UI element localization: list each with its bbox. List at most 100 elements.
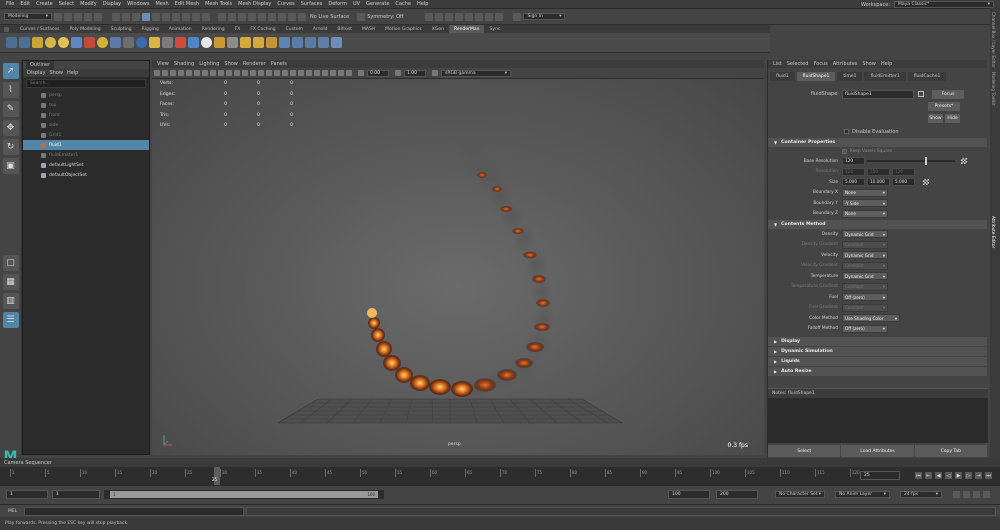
field-chart-icon[interactable]: [218, 70, 224, 76]
camera-attributes-icon[interactable]: [162, 70, 168, 76]
rman-material-icon[interactable]: [84, 37, 95, 48]
redo-icon[interactable]: [94, 12, 102, 21]
viewport-menu-show[interactable]: Show: [224, 61, 238, 67]
menu-cache[interactable]: Cache: [395, 1, 411, 7]
temperature-gradient-dropdown[interactable]: Constant ▾: [842, 282, 888, 291]
rman-star-icon[interactable]: [97, 37, 108, 48]
boundary-x-dropdown[interactable]: None ▾: [842, 188, 888, 197]
rman-filter-icon[interactable]: [123, 37, 134, 48]
select-camera-icon[interactable]: [154, 70, 160, 76]
rman-bulb-icon[interactable]: [214, 37, 225, 48]
multisample-aa-icon[interactable]: [306, 70, 312, 76]
menu-file[interactable]: File: [6, 1, 14, 7]
pick-mask-icon[interactable]: [162, 12, 170, 21]
outliner-item[interactable]: defaultObjectSet: [23, 170, 149, 180]
bookmark-icon[interactable]: [170, 70, 176, 76]
pause-viewport-icon[interactable]: [495, 12, 504, 21]
step-forward-key-icon[interactable]: ⇥: [975, 472, 982, 479]
time-slider[interactable]: 1 5 10 15 20 25 30 35 40 45 50 55 60 65 70 75 80 85 90 95 10…: [0, 467, 1000, 485]
wireframe-on-shaded-icon[interactable]: [258, 70, 264, 76]
safe-title-icon[interactable]: [234, 70, 240, 76]
select-hierarchy-icon[interactable]: [112, 12, 120, 21]
ae-menu-attributes[interactable]: Attributes: [833, 61, 858, 67]
viewport-menu-view[interactable]: View: [157, 61, 169, 67]
rman-camera-icon[interactable]: [162, 37, 173, 48]
playback-end-field[interactable]: 100: [668, 490, 710, 499]
select-button[interactable]: Select: [768, 445, 841, 457]
resolution-x-field[interactable]: 120: [842, 167, 865, 176]
color-method-dropdown[interactable]: Use Shading Color ▾: [842, 314, 900, 323]
animation-end-field[interactable]: 200: [716, 490, 758, 499]
menu-modify[interactable]: Modify: [80, 1, 97, 7]
disable-evaluation-checkbox[interactable]: [844, 129, 849, 134]
velocity-gradient-dropdown[interactable]: Constant ▾: [842, 261, 888, 270]
rman-light-icon[interactable]: [45, 37, 56, 48]
range-slider-handle[interactable]: 1 100: [110, 491, 378, 498]
size-y-field[interactable]: 10.000: [867, 178, 890, 187]
keep-voxels-square-checkbox[interactable]: [842, 149, 847, 154]
single-view-icon[interactable]: ▢: [2, 255, 19, 271]
select-tool-icon[interactable]: ➚: [2, 63, 19, 79]
shelf-tab-fx-caching[interactable]: FX Caching: [245, 25, 280, 33]
menu-help[interactable]: Help: [417, 1, 428, 7]
color-management-icon[interactable]: [432, 70, 438, 76]
new-scene-icon[interactable]: [54, 12, 62, 21]
gate-mask-icon[interactable]: [210, 70, 216, 76]
render-setup-icon[interactable]: [475, 12, 484, 21]
viewport-menu-renderer[interactable]: Renderer: [243, 61, 266, 67]
screen-space-ao-icon[interactable]: [290, 70, 296, 76]
density-dropdown[interactable]: Dynamic Grid ▾: [842, 230, 888, 239]
input-ops-icon[interactable]: [268, 12, 276, 21]
boundary-z-dropdown[interactable]: None ▾: [842, 209, 888, 218]
shelf-tab-bifrost[interactable]: Bifrost: [332, 25, 357, 33]
snap-point-icon[interactable]: [238, 12, 246, 21]
shelf-tab-animation[interactable]: Animation: [164, 25, 197, 33]
map-button-icon[interactable]: [923, 179, 929, 186]
menu-mesh[interactable]: Mesh: [155, 1, 168, 7]
character-set-dropdown[interactable]: No Character Set ▾: [775, 491, 825, 498]
rman-render-icon[interactable]: [6, 37, 17, 48]
workspace-dropdown[interactable]: Maya Classic* ▾: [894, 1, 994, 8]
menu-windows[interactable]: Windows: [127, 1, 149, 7]
snap-curve-icon[interactable]: [228, 12, 236, 21]
xray-joints-icon[interactable]: [338, 70, 344, 76]
smooth-shade-icon[interactable]: [250, 70, 256, 76]
safe-action-icon[interactable]: [226, 70, 232, 76]
menu-select[interactable]: Select: [59, 1, 74, 7]
rman-bxdf-icon[interactable]: [175, 37, 186, 48]
motion-blur-icon[interactable]: [298, 70, 304, 76]
rman-eye-icon[interactable]: [201, 37, 212, 48]
rman-holdout-icon[interactable]: [331, 37, 342, 48]
pick-mask-icon[interactable]: [142, 12, 150, 21]
ae-tab-fluid1[interactable]: fluid1: [770, 72, 795, 81]
render-frame-icon[interactable]: [425, 12, 434, 21]
rman-preset-icon[interactable]: [279, 37, 290, 48]
menu-edit[interactable]: Edit: [20, 1, 30, 7]
pick-mask-icon[interactable]: [192, 12, 200, 21]
show-button[interactable]: Show: [928, 113, 943, 123]
size-z-field[interactable]: 5.000: [892, 178, 915, 187]
animation-prefs-icon[interactable]: [963, 491, 970, 498]
outliner-item[interactable]: fluid1: [23, 140, 149, 150]
shelf-tab-custom[interactable]: Custom: [281, 25, 308, 33]
shelf-tab-xgen[interactable]: XGen: [427, 25, 449, 33]
output-ops-icon[interactable]: [278, 12, 286, 21]
rman-sun-icon[interactable]: [58, 37, 69, 48]
ae-menu-focus[interactable]: Focus: [813, 61, 827, 67]
outliner-item[interactable]: fluidEmitter1: [23, 150, 149, 160]
snap-live-icon[interactable]: [258, 12, 266, 21]
resolution-gate-icon[interactable]: [202, 70, 208, 76]
rotate-tool-icon[interactable]: ↻: [2, 139, 19, 155]
live-surface-label[interactable]: No Live Surface: [310, 14, 349, 20]
rman-sample-icon[interactable]: [227, 37, 238, 48]
viewport-menu-panels[interactable]: Panels: [271, 61, 287, 67]
xray-components-icon[interactable]: [346, 70, 352, 76]
ipr-render-icon[interactable]: [435, 12, 444, 21]
section-contents-method[interactable]: ▼ Contents Method: [768, 220, 987, 229]
focus-button[interactable]: Focus: [932, 89, 964, 99]
velocity-dropdown[interactable]: Dynamic Grid ▾: [842, 251, 888, 260]
play-backwards-icon[interactable]: ◁: [945, 472, 952, 479]
rman-hair-icon[interactable]: [318, 37, 329, 48]
menu-surfaces[interactable]: Surfaces: [301, 1, 323, 7]
magnet-icon[interactable]: [298, 12, 306, 21]
